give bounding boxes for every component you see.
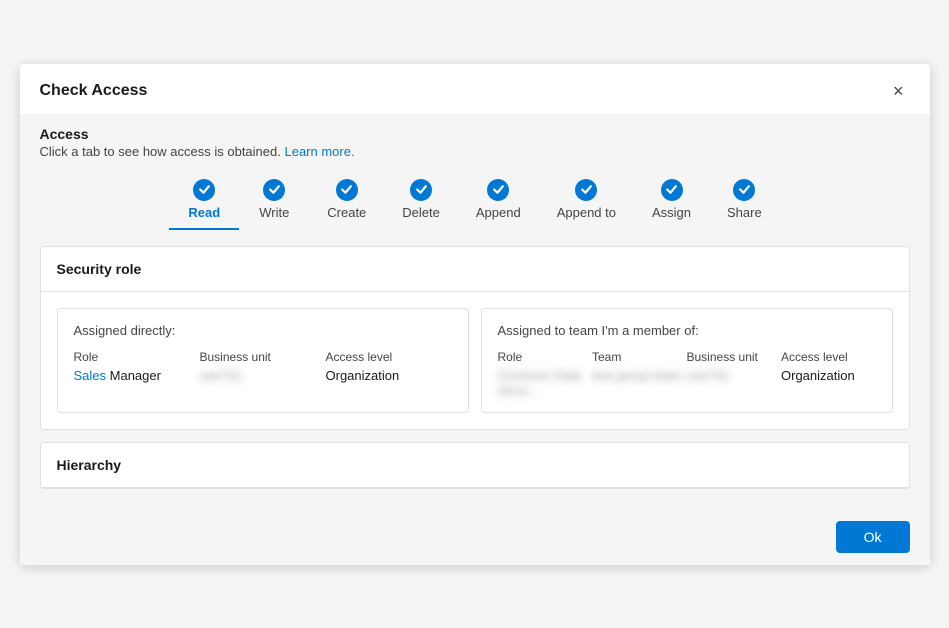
tab-append-to-label: Append to bbox=[557, 205, 616, 220]
checkmark-icon-create bbox=[336, 179, 358, 201]
directly-col-access-header: Access level bbox=[326, 350, 452, 364]
team-role-value: Common Data Servi... bbox=[498, 368, 593, 398]
dialog-body: Access Click a tab to see how access is … bbox=[20, 114, 930, 509]
team-team-blurred: test group team bbox=[592, 368, 682, 383]
tabs-row: Read Write Create bbox=[40, 175, 910, 230]
tab-share[interactable]: Share bbox=[709, 175, 780, 230]
directly-header-row: Role Business unit Access level bbox=[74, 350, 452, 364]
tab-append-label: Append bbox=[476, 205, 521, 220]
assigned-directly-heading: Assigned directly: bbox=[74, 323, 452, 338]
hierarchy-title: Hierarchy bbox=[41, 443, 909, 488]
directly-bu-value: can731 bbox=[200, 368, 326, 383]
dialog-title: Check Access bbox=[40, 82, 148, 100]
dialog-footer: Ok bbox=[20, 509, 930, 565]
role-part2: Manager bbox=[106, 368, 161, 383]
checkmark-icon-append bbox=[487, 179, 509, 201]
assigned-team-box: Assigned to team I'm a member of: Role T… bbox=[481, 308, 893, 413]
security-role-title: Security role bbox=[41, 247, 909, 292]
team-col-bu-header: Business unit bbox=[687, 350, 782, 364]
team-header-row: Role Team Business unit Access level bbox=[498, 350, 876, 364]
role-part1: Sales bbox=[74, 368, 107, 383]
tab-delete-label: Delete bbox=[402, 205, 440, 220]
team-team-value: test group team bbox=[592, 368, 687, 383]
directly-bu-blurred: can731 bbox=[200, 368, 243, 383]
team-role-blurred: Common Data Servi... bbox=[498, 368, 582, 398]
security-role-body: Assigned directly: Role Business unit Ac… bbox=[41, 292, 909, 429]
check-access-dialog: Check Access × Access Click a tab to see… bbox=[20, 64, 930, 565]
tab-assign[interactable]: Assign bbox=[634, 175, 709, 230]
access-description: Click a tab to see how access is obtaine… bbox=[40, 144, 910, 159]
assigned-team-heading: Assigned to team I'm a member of: bbox=[498, 323, 876, 338]
directly-data-row: Sales Manager can731 Organization bbox=[74, 368, 452, 383]
dialog-header: Check Access × bbox=[20, 64, 930, 114]
team-data-row: Common Data Servi... test group team can… bbox=[498, 368, 876, 398]
directly-role-value[interactable]: Sales Manager bbox=[74, 368, 200, 383]
checkmark-icon-write bbox=[263, 179, 285, 201]
tab-create[interactable]: Create bbox=[309, 175, 384, 230]
checkmark-icon-append-to bbox=[575, 179, 597, 201]
team-col-access-header: Access level bbox=[781, 350, 876, 364]
assigned-directly-box: Assigned directly: Role Business unit Ac… bbox=[57, 308, 469, 413]
checkmark-icon-delete bbox=[410, 179, 432, 201]
checkmark-icon-share bbox=[733, 179, 755, 201]
directly-access-value: Organization bbox=[326, 368, 452, 383]
team-bu-value: can731 bbox=[687, 368, 782, 383]
checkmark-icon-assign bbox=[661, 179, 683, 201]
checkmark-icon-read bbox=[193, 179, 215, 201]
close-button[interactable]: × bbox=[887, 80, 910, 102]
tab-write[interactable]: Write bbox=[239, 175, 309, 230]
tab-create-label: Create bbox=[327, 205, 366, 220]
assignment-columns: Assigned directly: Role Business unit Ac… bbox=[57, 308, 893, 413]
tab-read[interactable]: Read bbox=[169, 175, 239, 230]
directly-col-role-header: Role bbox=[74, 350, 200, 364]
learn-more-link[interactable]: Learn more. bbox=[284, 144, 354, 159]
tab-delete[interactable]: Delete bbox=[384, 175, 458, 230]
tab-append-to[interactable]: Append to bbox=[539, 175, 634, 230]
directly-col-bu-header: Business unit bbox=[200, 350, 326, 364]
access-section: Access Click a tab to see how access is … bbox=[40, 114, 910, 489]
security-role-card: Security role Assigned directly: Role Bu… bbox=[40, 246, 910, 430]
tab-assign-label: Assign bbox=[652, 205, 691, 220]
tab-share-label: Share bbox=[727, 205, 762, 220]
tab-write-label: Write bbox=[259, 205, 289, 220]
tab-read-label: Read bbox=[188, 205, 220, 220]
team-col-team-header: Team bbox=[592, 350, 687, 364]
tab-append[interactable]: Append bbox=[458, 175, 539, 230]
team-access-value: Organization bbox=[781, 368, 876, 383]
hierarchy-card: Hierarchy bbox=[40, 442, 910, 489]
access-label: Access bbox=[40, 126, 910, 142]
team-bu-blurred: can731 bbox=[687, 368, 730, 383]
team-col-role-header: Role bbox=[498, 350, 593, 364]
ok-button[interactable]: Ok bbox=[836, 521, 910, 553]
